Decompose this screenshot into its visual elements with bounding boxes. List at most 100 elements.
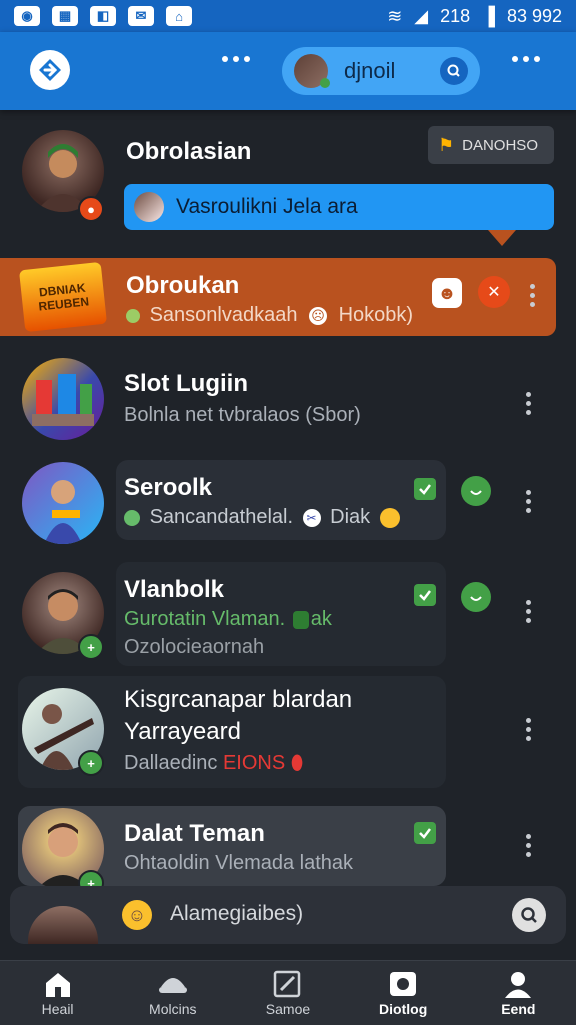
row-options-icon[interactable] xyxy=(530,284,535,307)
read-check-icon xyxy=(414,822,436,844)
app-logo-icon[interactable] xyxy=(30,50,70,90)
bubble-tail xyxy=(488,230,516,246)
bubble-text: Vasroulikni Jela ara xyxy=(176,195,358,218)
row-options-icon[interactable] xyxy=(526,392,531,415)
chat-message-text: Gurotatin Vlaman. xyxy=(124,608,286,630)
chat-row-dalat[interactable]: + Dalat Teman Ohtaoldin Vlemada lathak xyxy=(0,806,576,896)
status-icon-5: ⌂ xyxy=(166,6,192,26)
home-icon xyxy=(45,973,70,997)
emoji-icon[interactable]: ☺ xyxy=(122,900,152,930)
chat-message: Bolnla net tvbralaos (Sbor) xyxy=(124,404,361,426)
reaction-icon[interactable] xyxy=(461,582,491,612)
chat-message: Gurotatin Vlaman. ak xyxy=(124,608,332,631)
chat-highlight: EIONS xyxy=(222,752,286,774)
chat-name-line2: Yarrayeard xyxy=(124,718,241,745)
smile-emoji-icon xyxy=(379,507,400,528)
chat-message: Ohtaoldin Vlemada lathak xyxy=(124,852,354,874)
compose-placeholder: Alamegiaibes) xyxy=(170,902,304,925)
compose-bar[interactable]: ☺ Alamegiaibes) xyxy=(10,886,566,944)
bag-icon xyxy=(292,610,309,629)
bottom-nav: Heail Molcins Samoe Diotlog Eend xyxy=(0,960,576,1025)
chat-name: Slot Lugiin xyxy=(124,370,248,397)
header-chat-row[interactable]: ● Obrolasian ⚑ DANOHSO Vasroulikni Jela … xyxy=(0,126,576,246)
mute-icon[interactable]: ✕ xyxy=(478,276,510,308)
status-icon-4: ✉ xyxy=(128,6,154,26)
chat-message: Sansonlvadkaah ☹ Hokobk) xyxy=(126,304,413,327)
status-icon-1: ◉ xyxy=(14,6,40,26)
nav-label: Heail xyxy=(41,1001,74,1017)
network-label: 218 xyxy=(440,5,471,26)
pill-avatar xyxy=(294,54,330,88)
read-check-icon xyxy=(414,478,436,500)
dialog-icon xyxy=(390,972,417,996)
nav-label: Eend xyxy=(501,1001,536,1017)
chat-row-slot[interactable]: Slot Lugiin Bolnla net tvbralaos (Sbor) xyxy=(0,356,576,444)
chat-row-vlanbolk[interactable]: + Vlanbolk Gurotatin Vlaman. ak Ozolocie… xyxy=(0,562,576,666)
row-options-icon[interactable] xyxy=(526,600,531,623)
search-pill[interactable]: djnoil xyxy=(282,47,480,95)
game-banner-text: DBNIAK REUBEN xyxy=(37,280,90,314)
edit-icon xyxy=(273,970,301,998)
status-icon-2: ▦ xyxy=(52,6,78,26)
partial-avatar xyxy=(28,906,98,944)
nav-diotlog[interactable]: Diotlog xyxy=(353,969,453,1017)
avatar xyxy=(22,462,104,544)
nav-samoe[interactable]: Samoe xyxy=(238,969,338,1017)
chat-message-suffix: Diak xyxy=(330,506,371,528)
status-icons-right: ≋ ◢ 218 ▐ 83 992 xyxy=(387,6,562,27)
chat-extra: Ozolocieaornah xyxy=(124,636,265,658)
chat-name: Kisgrcanapar blardan xyxy=(124,686,353,713)
search-icon[interactable] xyxy=(440,57,468,85)
nav-home[interactable]: Heail xyxy=(8,969,108,1017)
person-icon xyxy=(505,972,532,998)
chat-message: Sancandathelal. ✂ Diak xyxy=(124,506,400,529)
chat-name: Obroukan xyxy=(126,272,240,299)
online-dot-icon xyxy=(126,308,140,323)
online-badge: + xyxy=(78,634,104,660)
sad-face-icon: ☹ xyxy=(309,306,328,325)
chat-name: Seroolk xyxy=(124,474,213,501)
chat-message-tail: ak xyxy=(310,608,332,630)
status-time: 83 992 xyxy=(506,5,562,26)
chat-message: Dallaedinc EIONS ⬮ xyxy=(124,752,303,775)
avatar xyxy=(22,358,104,440)
online-dot-icon xyxy=(124,509,140,526)
more-menu-icon-right[interactable] xyxy=(512,56,540,62)
chat-message-suffix: Hokobk) xyxy=(338,304,414,326)
chat-row-obroukan[interactable]: DBNIAK REUBEN Obroukan Sansonlvadkaah ☹ … xyxy=(0,258,576,336)
nav-label: Diotlog xyxy=(379,1001,428,1017)
chat-name: Vlanbolk xyxy=(124,576,225,603)
search-icon[interactable] xyxy=(512,898,546,932)
status-bar: ◉ ▦ ◧ ✉ ⌂ ≋ ◢ 218 ▐ 83 992 xyxy=(0,0,576,32)
flag-icon: ⚑ xyxy=(438,134,455,155)
chat-name: Obrolasian xyxy=(126,138,252,165)
read-check-icon xyxy=(414,584,436,606)
nav-label: Molcins xyxy=(149,1001,197,1017)
chat-row-kisgr[interactable]: + Kisgrcanapar blardan Yarrayeard Dallae… xyxy=(0,676,576,788)
chat-message-text: Sancandathelal. xyxy=(149,506,294,528)
header-action-button[interactable]: ⚑ DANOHSO xyxy=(428,126,554,164)
online-badge: + xyxy=(78,750,104,776)
sticker-icon[interactable]: ☻ xyxy=(432,278,462,308)
nav-molcins[interactable]: Molcins xyxy=(123,969,223,1017)
more-menu-icon-left[interactable] xyxy=(222,56,250,62)
status-icons-left: ◉ ▦ ◧ ✉ ⌂ xyxy=(14,6,192,26)
hat-icon xyxy=(158,978,187,993)
location-pin-icon: ⬮ xyxy=(290,752,304,774)
wifi-icon: ≋ xyxy=(387,5,403,26)
signal-icon: ◢ xyxy=(414,5,429,26)
nav-label: Samoe xyxy=(265,1001,311,1017)
reaction-icon[interactable] xyxy=(461,476,491,506)
game-banner: DBNIAK REUBEN xyxy=(18,261,108,333)
chat-row-seroolk[interactable]: Seroolk Sancandathelal. ✂ Diak xyxy=(0,460,576,544)
app-bar: djnoil xyxy=(0,32,576,110)
row-options-icon[interactable] xyxy=(526,834,531,857)
bubble-avatar xyxy=(134,192,164,222)
nav-eend[interactable]: Eend xyxy=(468,969,568,1017)
status-icon-3: ◧ xyxy=(90,6,116,26)
search-label: djnoil xyxy=(344,58,396,83)
row-options-icon[interactable] xyxy=(526,718,531,741)
chat-name: Dalat Teman xyxy=(124,820,265,847)
message-bubble[interactable]: Vasroulikni Jela ara xyxy=(124,184,554,230)
row-options-icon[interactable] xyxy=(526,490,531,513)
